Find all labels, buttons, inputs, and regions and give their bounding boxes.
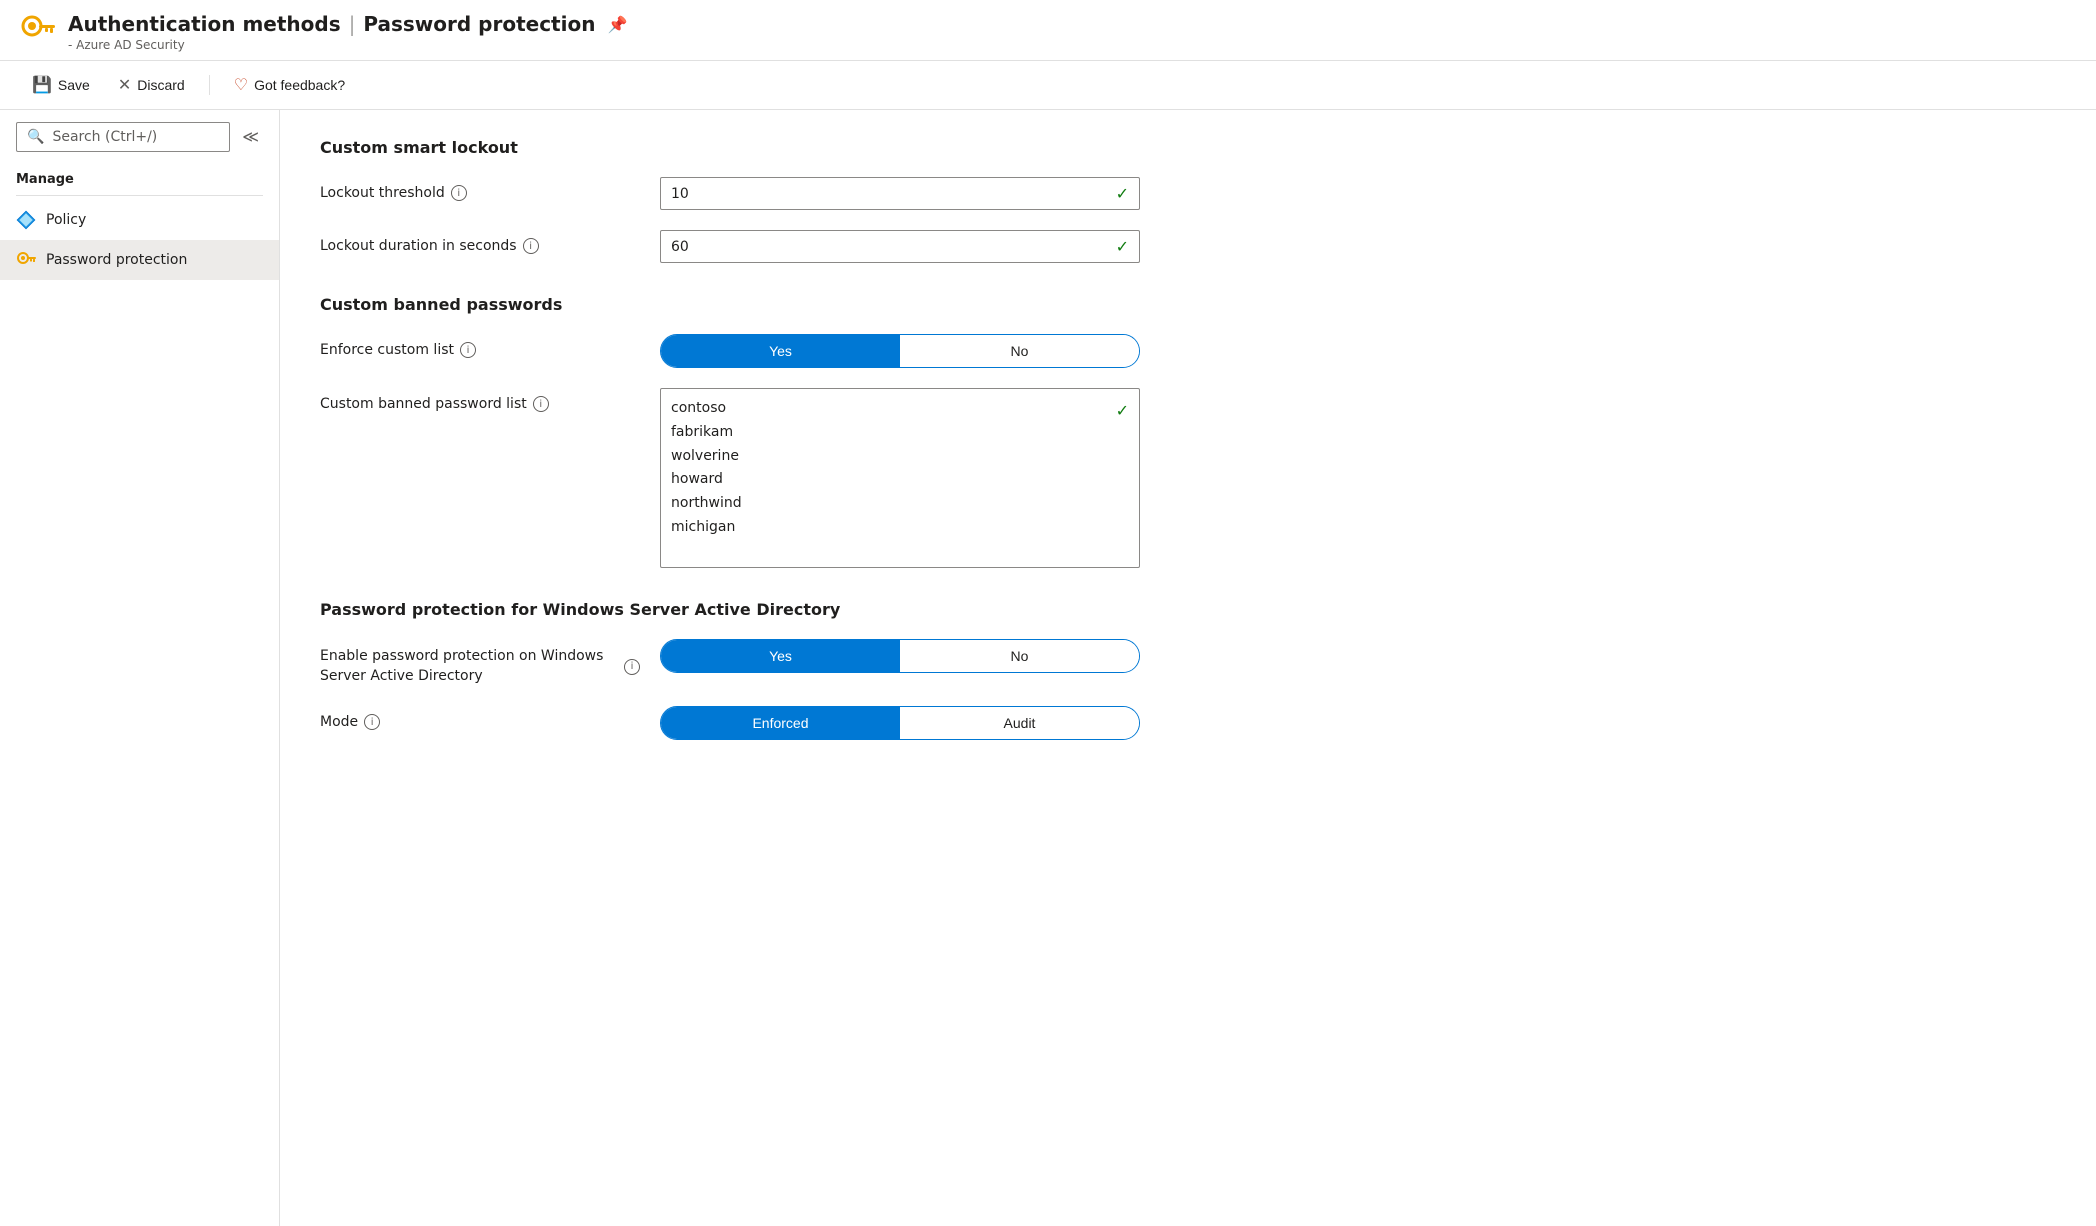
main-content: Custom smart lockout Lockout threshold i… (280, 110, 2096, 1226)
lockout-duration-info-icon[interactable]: i (523, 238, 539, 254)
save-button[interactable]: 💾 Save (20, 69, 102, 101)
enforce-custom-list-row: Enforce custom list i Yes No (320, 334, 2056, 368)
search-placeholder: Search (Ctrl+/) (52, 129, 157, 145)
sidebar-divider (16, 195, 263, 196)
enforce-custom-list-control: Yes No (660, 334, 1140, 368)
collapse-sidebar-button[interactable]: ≪ (238, 123, 263, 151)
save-icon: 💾 (32, 75, 52, 95)
lockout-threshold-label: Lockout threshold i (320, 177, 640, 201)
toolbar: 💾 Save ✕ Discard ♡ Got feedback? (0, 61, 2096, 110)
discard-label: Discard (137, 77, 184, 93)
banned-passwords-title: Custom banned passwords (320, 295, 2056, 314)
sidebar: 🔍 Search (Ctrl+/) ≪ Manage Policy (0, 110, 280, 1226)
diamond-icon (16, 210, 36, 230)
discard-icon: ✕ (118, 75, 131, 95)
title-suffix: Password protection (363, 12, 595, 36)
enable-windows-toggle: Yes No (660, 639, 1140, 673)
app-icon (20, 14, 56, 50)
main-layout: 🔍 Search (Ctrl+/) ≪ Manage Policy (0, 110, 2096, 1226)
mode-label: Mode i (320, 706, 640, 730)
page-header: Authentication methods | Password protec… (0, 0, 2096, 61)
enable-windows-control: Yes No (660, 639, 1140, 673)
lockout-threshold-input[interactable]: 10 ✓ (660, 177, 1140, 210)
mode-control: Enforced Audit (660, 706, 1140, 740)
feedback-button[interactable]: ♡ Got feedback? (222, 69, 357, 101)
enable-windows-info-icon[interactable]: i (624, 659, 640, 675)
mode-info-icon[interactable]: i (364, 714, 380, 730)
custom-banned-list-row: Custom banned password list i ✓ contoso … (320, 388, 2056, 568)
enable-windows-row: Enable password protection on Windows Se… (320, 639, 2056, 686)
banned-list-item-1: fabrikam (671, 421, 1129, 445)
enable-windows-yes-button[interactable]: Yes (661, 640, 900, 672)
banned-list-textarea[interactable]: ✓ contoso fabrikam wolverine howard nort… (660, 388, 1140, 568)
sidebar-item-policy[interactable]: Policy (0, 200, 279, 240)
custom-banned-list-label: Custom banned password list i (320, 388, 640, 412)
banned-list-item-0: contoso (671, 397, 1129, 421)
sidebar-item-password-protection[interactable]: Password protection (0, 240, 279, 280)
discard-button[interactable]: ✕ Discard (106, 69, 197, 101)
smart-lockout-title: Custom smart lockout (320, 138, 2056, 157)
banned-list-check-icon: ✓ (1116, 397, 1129, 424)
enforce-no-button[interactable]: No (900, 335, 1139, 367)
lockout-duration-control: 60 ✓ (660, 230, 1140, 263)
lockout-threshold-control: 10 ✓ (660, 177, 1140, 210)
title-prefix: Authentication methods (68, 12, 341, 36)
search-input[interactable]: 🔍 Search (Ctrl+/) (16, 122, 230, 152)
sidebar-item-policy-label: Policy (46, 212, 86, 228)
mode-toggle: Enforced Audit (660, 706, 1140, 740)
enforce-custom-list-label: Enforce custom list i (320, 334, 640, 358)
enable-windows-label: Enable password protection on Windows Se… (320, 639, 640, 686)
toolbar-divider (209, 75, 210, 95)
header-subtitle: - Azure AD Security (68, 38, 627, 52)
lockout-duration-check-icon: ✓ (1116, 237, 1129, 256)
lockout-duration-label: Lockout duration in seconds i (320, 230, 640, 254)
lockout-threshold-row: Lockout threshold i 10 ✓ (320, 177, 2056, 210)
pin-icon[interactable]: 📌 (607, 15, 627, 34)
windows-ad-title: Password protection for Windows Server A… (320, 600, 2056, 619)
sidebar-item-password-label: Password protection (46, 252, 187, 268)
title-group: Authentication methods | Password protec… (68, 12, 627, 52)
search-icon: 🔍 (27, 129, 44, 145)
lockout-duration-row: Lockout duration in seconds i 60 ✓ (320, 230, 2056, 263)
banned-list-item-3: howard (671, 468, 1129, 492)
banned-list-item-4: northwind (671, 492, 1129, 516)
sidebar-manage-label: Manage (0, 164, 279, 191)
banned-passwords-section: Custom banned passwords Enforce custom l… (320, 295, 2056, 568)
enforce-custom-list-info-icon[interactable]: i (460, 342, 476, 358)
lockout-threshold-info-icon[interactable]: i (451, 185, 467, 201)
key-icon (16, 250, 36, 270)
banned-list-item-2: wolverine (671, 445, 1129, 469)
feedback-label: Got feedback? (254, 77, 345, 93)
save-label: Save (58, 77, 90, 93)
mode-row: Mode i Enforced Audit (320, 706, 2056, 740)
enable-windows-no-button[interactable]: No (900, 640, 1139, 672)
lockout-duration-input[interactable]: 60 ✓ (660, 230, 1140, 263)
custom-banned-list-control: ✓ contoso fabrikam wolverine howard nort… (660, 388, 1140, 568)
enforce-custom-list-toggle: Yes No (660, 334, 1140, 368)
lockout-threshold-value: 10 (671, 186, 689, 202)
heart-icon: ♡ (234, 75, 248, 95)
lockout-threshold-check-icon: ✓ (1116, 184, 1129, 203)
mode-audit-button[interactable]: Audit (900, 707, 1139, 739)
enforce-yes-button[interactable]: Yes (661, 335, 900, 367)
search-container: 🔍 Search (Ctrl+/) ≪ (0, 110, 279, 164)
windows-ad-section: Password protection for Windows Server A… (320, 600, 2056, 740)
banned-list-item-5: michigan (671, 516, 1129, 540)
mode-enforced-button[interactable]: Enforced (661, 707, 900, 739)
title-separator: | (349, 12, 356, 36)
lockout-duration-value: 60 (671, 239, 689, 255)
custom-banned-list-info-icon[interactable]: i (533, 396, 549, 412)
